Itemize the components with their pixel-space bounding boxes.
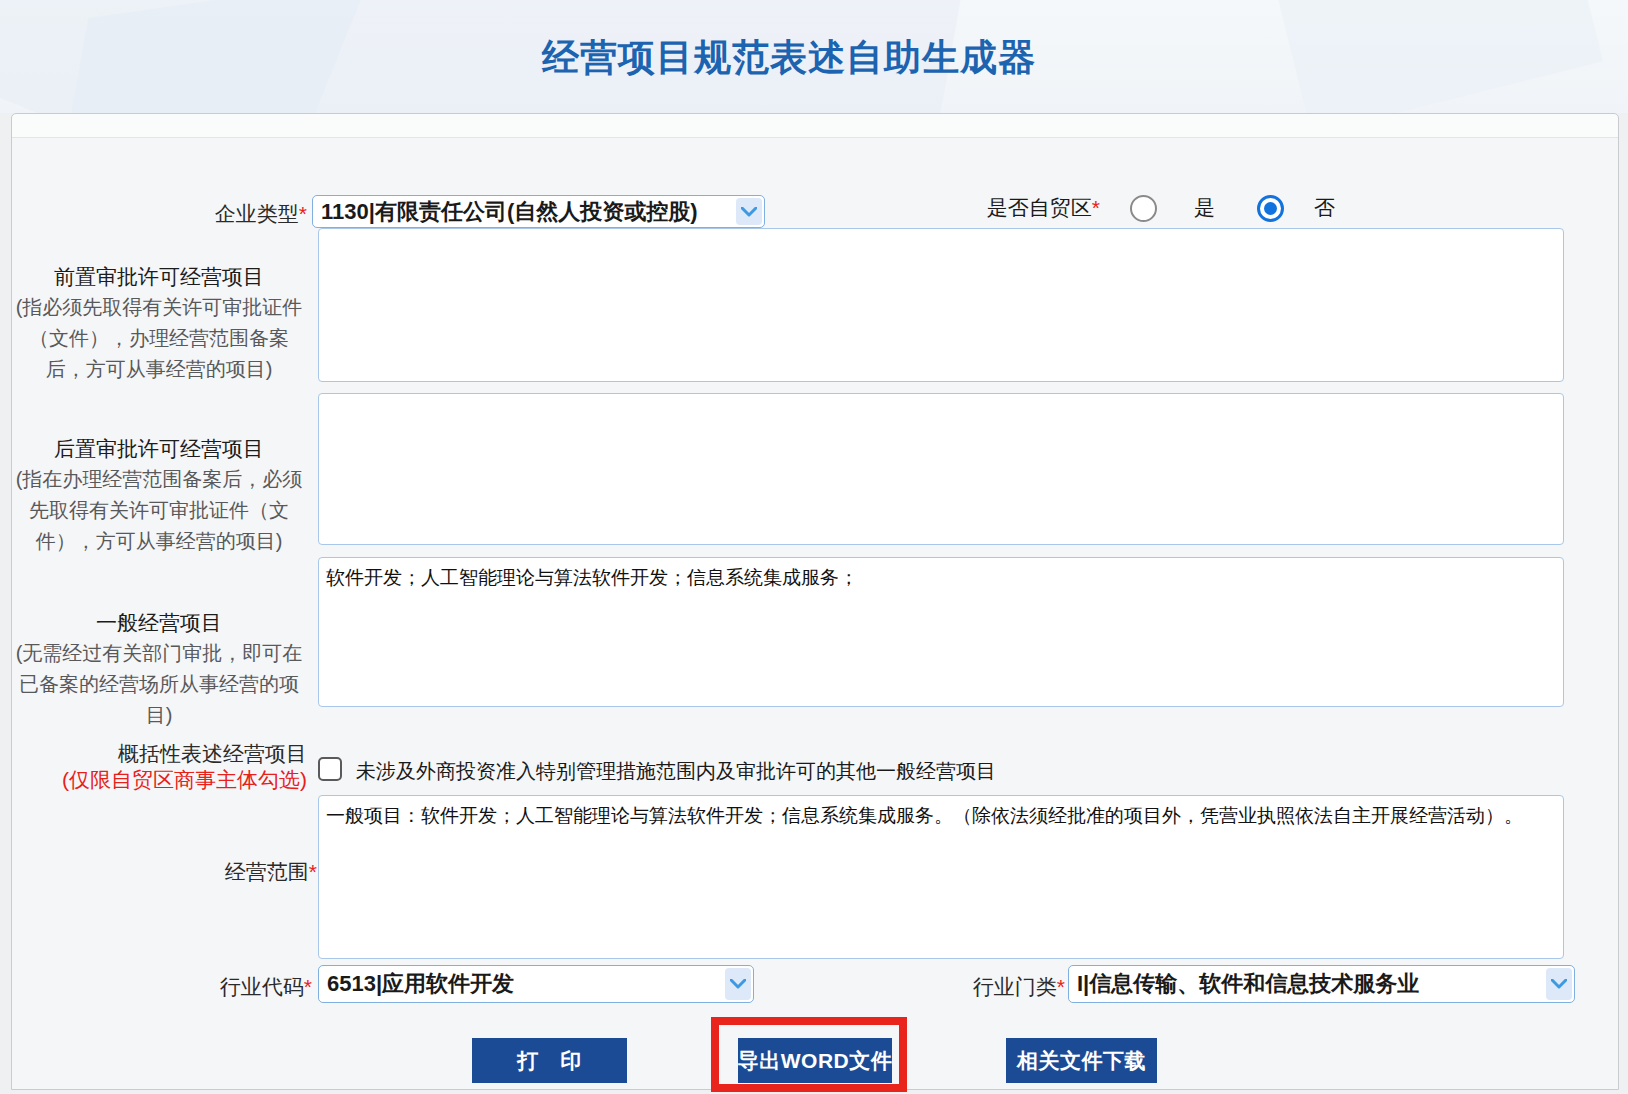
pre-approval-textarea[interactable] (318, 228, 1564, 382)
print-button[interactable]: 打 印 (472, 1038, 627, 1083)
enterprise-type-select[interactable]: 1130|有限责任公司(自然人投资或控股) (312, 195, 765, 228)
highlight-annotation (711, 1017, 907, 1092)
industry-category-select[interactable]: I|信息传输、软件和信息技术服务业 (1068, 965, 1575, 1003)
download-button[interactable]: 相关文件下载 (1006, 1038, 1157, 1083)
business-scope-label: 经营范围* (0, 858, 317, 886)
free-trade-zone-label: 是否自贸区* (930, 194, 1100, 222)
radio-yes-label: 是 (1194, 194, 1215, 222)
summary-label: 概括性表述经营项目 (0, 740, 307, 768)
page-title: 经营项目规范表述自助生成器 (0, 33, 1578, 83)
chevron-down-icon[interactable] (736, 198, 762, 225)
industry-code-label: 行业代码* (0, 973, 312, 1001)
post-approval-textarea[interactable] (318, 393, 1564, 545)
enterprise-type-label: 企业类型* (0, 200, 307, 228)
free-trade-zone-group: 是否自贸区* 是 否 (930, 193, 1335, 223)
general-projects-textarea[interactable]: 软件开发；人工智能理论与算法软件开发；信息系统集成服务； (318, 557, 1564, 707)
summary-note: (仅限自贸区商事主体勾选) (0, 766, 307, 794)
radio-no-label: 否 (1314, 194, 1335, 222)
business-scope-textarea[interactable]: 一般项目：软件开发；人工智能理论与算法软件开发；信息系统集成服务。（除依法须经批… (318, 795, 1564, 959)
summary-checkbox-label: 未涉及外商投资准入特别管理措施范围内及审批许可的其他一般经营项目 (356, 758, 996, 785)
chevron-down-icon[interactable] (1546, 968, 1572, 1000)
industry-category-label: 行业门类* (900, 973, 1065, 1001)
industry-code-select[interactable]: 6513|应用软件开发 (318, 965, 754, 1003)
pre-approval-label: 前置审批许可经营项目 (指必须先取得有关许可审批证件（文件），办理经营范围备案后… (14, 262, 304, 385)
summary-checkbox[interactable] (318, 757, 342, 781)
chevron-down-icon[interactable] (725, 968, 751, 1000)
radio-no[interactable] (1257, 195, 1284, 222)
general-projects-label: 一般经营项目 (无需经过有关部门审批，即可在已备案的经营场所从事经营的项目) (14, 608, 304, 731)
radio-yes[interactable] (1130, 195, 1157, 222)
post-approval-label: 后置审批许可经营项目 (指在办理经营范围备案后，必须先取得有关许可审批证件（文件… (14, 434, 304, 557)
